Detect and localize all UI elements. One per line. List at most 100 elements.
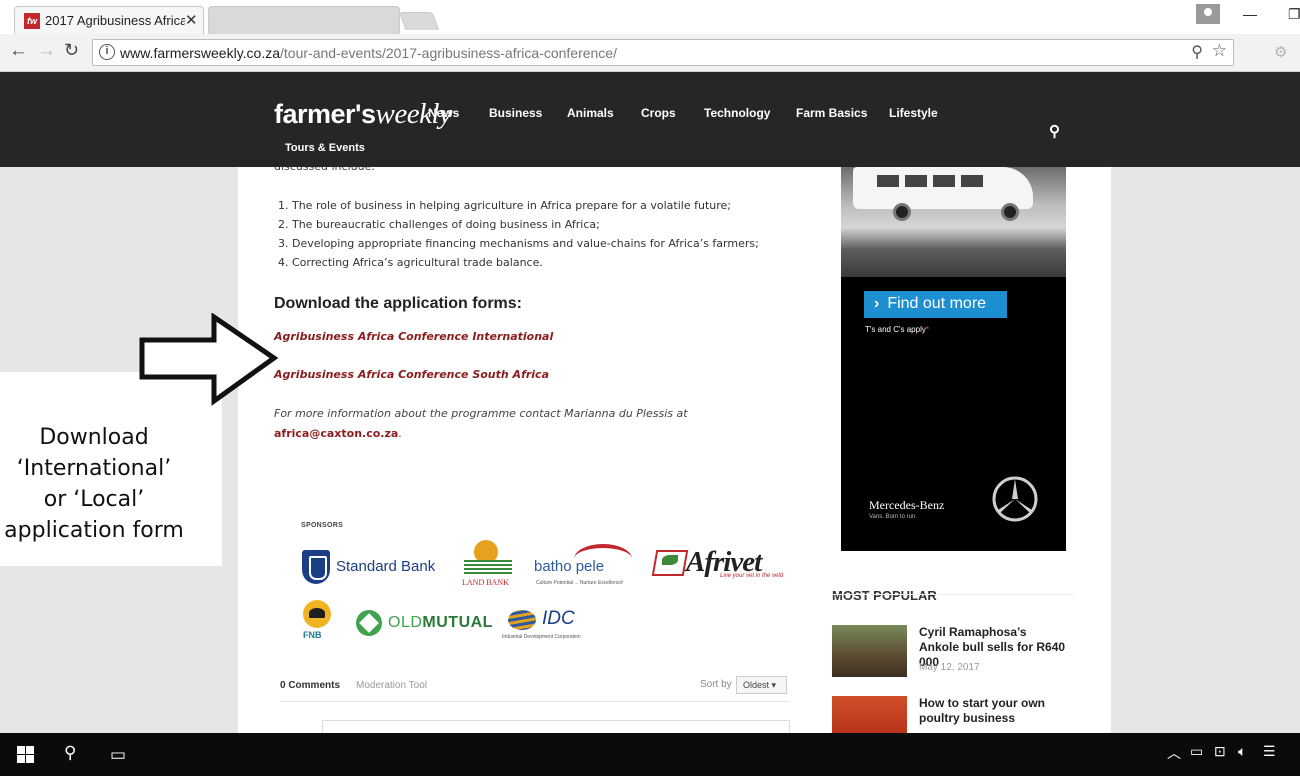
task-view-icon[interactable]: ▭: [110, 745, 130, 764]
ad-terms-mark: *: [925, 325, 929, 334]
afrivet-logo: Afrivet Live your vet in the veld: [651, 546, 784, 586]
reload-icon[interactable]: ↻: [64, 40, 79, 61]
nav-news[interactable]: News: [428, 106, 459, 120]
batho-pele-text: batho pele: [534, 558, 605, 575]
popular-thumbnail[interactable]: [832, 625, 907, 677]
site-favicon: fw: [24, 13, 40, 29]
maximize-icon[interactable]: ❐: [1288, 6, 1300, 23]
url-domain: www.farmersweekly.co.za: [120, 45, 281, 61]
annotation-arrow-icon: [139, 313, 279, 406]
nav-crops[interactable]: Crops: [641, 106, 676, 120]
popular-item-title[interactable]: How to start your own poultry business: [919, 696, 1069, 726]
browser-toolbar: ← → ↻ i www.farmersweekly.co.za/tour-and…: [0, 34, 1300, 72]
chevron-down-icon: ▾: [771, 680, 777, 690]
moderation-tool-link[interactable]: Moderation Tool: [356, 680, 427, 691]
nav-business[interactable]: Business: [489, 106, 542, 120]
logo-part-1: farmer's: [274, 99, 376, 129]
annotation-line: ‘International’: [16, 456, 172, 481]
contact-email-link[interactable]: africa@caxton.co.za: [274, 427, 398, 440]
tray-chevron-up-icon[interactable]: ︿: [1167, 743, 1181, 763]
idc-logo: IDC Industrial Development Corporation: [502, 608, 584, 644]
nav-tours-events[interactable]: Tours & Events: [285, 142, 365, 154]
link-south-africa-form[interactable]: Agribusiness Africa Conference South Afr…: [274, 368, 549, 381]
batho-pele-logo: batho pele Culture Potential ... Nurture…: [534, 544, 634, 590]
tree-icon: [303, 600, 331, 628]
divider: [832, 594, 1074, 595]
standard-bank-text: Standard Bank: [336, 558, 436, 575]
old-mutual-text: OLDMUTUAL: [388, 614, 493, 632]
ad-terms-text: T's and C's apply: [865, 325, 926, 334]
old-mutual-emblem-icon: [356, 610, 382, 636]
browser-tab-inactive[interactable]: [208, 6, 400, 34]
fnb-text: FNB: [303, 630, 322, 640]
van-image: [853, 167, 1033, 221]
tab-strip: fw 2017 Agribusiness Africa ✕ — ❐: [0, 0, 1300, 34]
nav-technology[interactable]: Technology: [704, 106, 770, 120]
van-window: [877, 175, 899, 187]
tab-close-icon[interactable]: ✕: [185, 11, 198, 29]
find-out-more-label: Find out more: [887, 295, 987, 312]
afrivet-slogan: Live your vet in the veld: [720, 573, 784, 579]
globe-icon: [508, 610, 536, 630]
van-wheel: [893, 203, 911, 221]
sort-dropdown[interactable]: Oldest ▾: [736, 676, 787, 694]
popular-item-date: May 12, 2017: [919, 662, 980, 673]
volume-icon[interactable]: 🔈︎: [1238, 743, 1246, 760]
forward-icon[interactable]: →: [37, 40, 56, 62]
windows-start-icon[interactable]: [17, 746, 34, 763]
minimize-icon[interactable]: —: [1243, 6, 1257, 22]
topic-item: 3. Developing appropriate financing mech…: [278, 237, 759, 250]
comments-toolbar: 0 Comments Moderation Tool Sort by Oldes…: [280, 676, 790, 702]
van-window: [933, 175, 955, 187]
contact-period: .: [398, 427, 402, 440]
comments-count[interactable]: 0 Comments: [280, 680, 340, 691]
old-mutual-logo: OLDMUTUAL: [356, 608, 493, 640]
notifications-icon[interactable]: ☰: [1263, 743, 1276, 760]
annotation-text: Download ‘International’ or ‘Local’ appl…: [0, 422, 188, 546]
mercedes-ad[interactable]: › Find out more T's and C's apply* Merced…: [841, 167, 1066, 551]
info-icon[interactable]: i: [99, 44, 115, 60]
annotation-line: application form: [4, 518, 184, 543]
url-text[interactable]: www.farmersweekly.co.za/tour-and-events/…: [120, 45, 617, 61]
van-window: [905, 175, 927, 187]
comment-input[interactable]: [322, 720, 790, 733]
site-header: farmer'sweekly News Business Animals Cro…: [0, 72, 1300, 167]
farmers-weekly-logo[interactable]: farmer'sweekly: [274, 98, 452, 131]
old-mutual-text-b: MUTUAL: [422, 614, 493, 631]
taskbar-search-icon[interactable]: ⚲: [64, 743, 81, 762]
new-tab-button[interactable]: [398, 12, 440, 30]
tab-title: 2017 Agribusiness Africa: [45, 13, 185, 28]
address-bar[interactable]: i www.farmersweekly.co.za/tour-and-event…: [92, 39, 1234, 66]
bookmark-star-icon[interactable]: ☆: [1212, 41, 1227, 61]
land-bank-logo: LAND BANK: [460, 540, 516, 590]
batho-pele-slogan: Culture Potential ... Nurture Excellence…: [536, 580, 624, 586]
nav-lifestyle[interactable]: Lifestyle: [889, 106, 938, 120]
ad-brand: Mercedes-Benz: [869, 498, 945, 512]
nav-farm-basics[interactable]: Farm Basics: [796, 106, 867, 120]
popular-thumbnail[interactable]: [832, 696, 907, 733]
battery-icon[interactable]: ▭: [1190, 743, 1203, 760]
sort-value: Oldest: [743, 680, 770, 690]
link-international-form[interactable]: Agribusiness Africa Conference Internati…: [274, 330, 553, 343]
find-out-more-button[interactable]: › Find out more: [864, 291, 1007, 318]
idc-text: IDC: [542, 608, 575, 629]
most-popular-heading: MOST POPULAR: [832, 588, 937, 603]
ad-tagline: Vans. Born to run.: [869, 514, 917, 520]
old-mutual-text-a: OLD: [388, 614, 423, 631]
ad-terms: T's and C's apply*: [865, 325, 929, 334]
profile-icon[interactable]: [1196, 4, 1220, 24]
topic-item: 1. The role of business in helping agric…: [278, 199, 731, 212]
van-wheel: [1001, 203, 1019, 221]
zoom-icon[interactable]: ⚲: [1191, 42, 1203, 62]
extension-icon[interactable]: ⚙: [1274, 43, 1287, 61]
network-icon[interactable]: ⊡: [1214, 743, 1226, 760]
fnb-logo: FNB: [302, 600, 334, 648]
browser-tab-active[interactable]: fw 2017 Agribusiness Africa ✕: [14, 6, 204, 34]
topic-item: 2. The bureaucratic challenges of doing …: [278, 218, 600, 231]
nav-animals[interactable]: Animals: [567, 106, 614, 120]
search-icon[interactable]: ⚲: [1049, 122, 1060, 140]
shield-icon: [302, 550, 330, 584]
download-heading: Download the application forms:: [274, 295, 523, 312]
back-icon[interactable]: ←: [9, 40, 28, 62]
sponsors-label: SPONSORS: [301, 522, 344, 529]
